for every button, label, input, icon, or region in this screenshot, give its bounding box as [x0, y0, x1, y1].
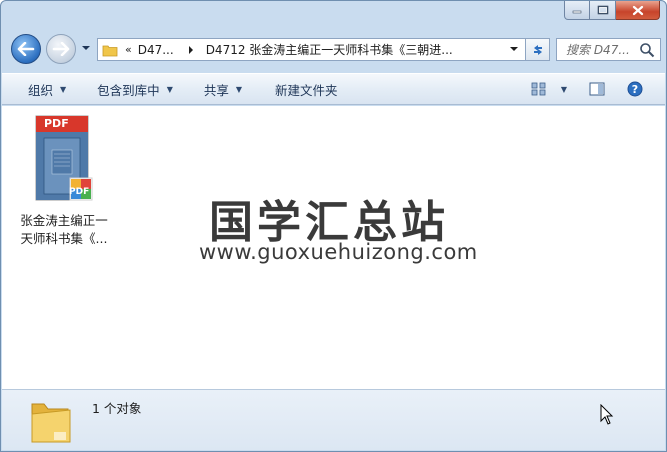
toolbar-right-group: ▼ ?	[531, 74, 665, 104]
forward-arrow-icon	[52, 42, 70, 56]
help-icon: ?	[627, 81, 643, 97]
close-icon	[632, 5, 643, 15]
mouse-cursor-icon	[600, 404, 614, 425]
folder-icon	[102, 45, 118, 56]
file-name: 张金涛主编正一 天师科书集《...	[12, 212, 116, 248]
minimize-button[interactable]	[564, 1, 590, 20]
file-list-area[interactable]: PDF PDF 张金涛主编正一 天师科书集《... 国学汇总站 www.guox…	[2, 106, 665, 389]
address-dropdown-icon[interactable]	[507, 46, 521, 54]
back-button[interactable]	[11, 34, 41, 64]
details-pane: 1 个对象	[2, 389, 665, 450]
search-input[interactable]: 搜索 D47...	[556, 38, 661, 61]
explorer-window: « D47... D4712 张金涛主编正一天师科书集《三朝进... 搜索 D4…	[0, 0, 667, 452]
chevron-down-icon: ▼	[235, 84, 243, 94]
command-bar: 组织 ▼ 包含到库中 ▼ 共享 ▼ 新建文件夹 ▼ ?	[2, 73, 665, 105]
help-button[interactable]: ?	[619, 74, 665, 104]
pdf-badge-text: PDF	[69, 187, 90, 197]
change-view-button[interactable]	[531, 74, 551, 104]
svg-text:?: ?	[632, 83, 638, 96]
pdf-icon-text: PDF	[44, 117, 69, 130]
caption-buttons	[564, 1, 660, 20]
minimize-icon	[572, 10, 582, 14]
breadcrumb-root[interactable]: D47...	[138, 43, 174, 57]
recent-pages-dropdown[interactable]	[81, 44, 91, 52]
file-name-line-1: 张金涛主编正一	[20, 213, 108, 228]
file-name-line-2: 天师科书集《...	[20, 231, 108, 246]
chevron-down-icon: ▼	[560, 84, 567, 94]
include-in-library-menu[interactable]: 包含到库中 ▼	[79, 74, 186, 104]
forward-button[interactable]	[46, 34, 76, 64]
breadcrumb-separator-icon[interactable]	[188, 45, 194, 54]
maximize-icon	[597, 5, 608, 15]
chevron-down-icon: ▼	[166, 84, 173, 94]
item-count: 1 个对象	[92, 401, 142, 416]
preview-pane-icon	[589, 82, 605, 96]
file-item-pdf[interactable]: PDF PDF 张金涛主编正一 天师科书集《...	[12, 114, 116, 248]
folder-icon	[31, 403, 71, 443]
organize-label: 组织	[28, 82, 54, 98]
new-folder-button[interactable]: 新建文件夹	[255, 74, 351, 104]
refresh-icon	[533, 44, 542, 55]
watermark-url: www.guoxuehuizong.com	[199, 240, 478, 264]
preview-pane-button[interactable]	[585, 74, 619, 104]
organize-menu[interactable]: 组织 ▼	[2, 74, 79, 104]
breadcrumb-current[interactable]: D4712 张金涛主编正一天师科书集《三朝进...	[206, 41, 507, 58]
view-options-dropdown[interactable]: ▼	[551, 74, 585, 104]
view-icon	[531, 82, 546, 96]
share-menu[interactable]: 共享 ▼	[186, 74, 255, 104]
navigation-bar: « D47... D4712 张金涛主编正一天师科书集《三朝进... 搜索 D4…	[1, 31, 666, 67]
share-label: 共享	[203, 82, 229, 98]
address-bar[interactable]: « D47... D4712 张金涛主编正一天师科书集《三朝进...	[97, 38, 526, 61]
search-placeholder: 搜索 D47...	[566, 43, 630, 57]
refresh-button[interactable]	[526, 38, 550, 61]
chevron-down-icon: ▼	[60, 84, 67, 94]
breadcrumb-overflow[interactable]: «	[125, 43, 132, 56]
maximize-button[interactable]	[590, 1, 616, 20]
back-arrow-icon	[17, 42, 35, 56]
close-button[interactable]	[616, 1, 660, 20]
new-folder-label: 新建文件夹	[275, 82, 338, 98]
include-in-library-label: 包含到库中	[97, 82, 160, 98]
search-icon[interactable]	[639, 42, 655, 58]
